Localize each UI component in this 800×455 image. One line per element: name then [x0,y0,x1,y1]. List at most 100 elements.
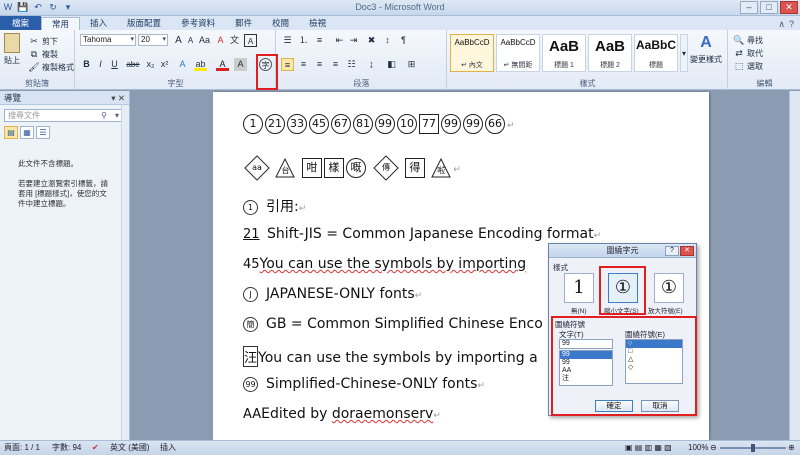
close-button[interactable]: ✕ [780,1,798,14]
highlight-icon[interactable]: ab [194,58,207,71]
show-marks-icon[interactable]: ¶ [397,34,410,47]
character-border-icon[interactable]: A [244,34,257,47]
style-heading-2[interactable]: AaB 標題 2 [588,34,632,72]
word-count[interactable]: 字數: 94 [52,441,81,455]
enclosed-char: 67 [331,114,351,134]
ribbon-collapse-icon[interactable]: ∧ [778,19,785,30]
style-no-spacing[interactable]: AaBbCcD ↵ 無間距 [496,34,540,72]
bullets-icon[interactable]: ☰ [281,34,294,47]
text-effects-icon[interactable]: A [176,58,189,71]
results-view-icon[interactable]: ☰ [36,126,50,139]
clipboard-group: 貼上 ✂ 剪下 ⧉ 複製 🖌 複製格式 剪貼簿 [0,30,75,90]
document-scrollbar[interactable] [789,91,800,440]
maximize-button[interactable]: □ [760,1,778,14]
minimize-button[interactable]: – [740,1,758,14]
select-button[interactable]: ⬚ 選取 [733,60,763,72]
replace-icon: ⇄ [735,48,743,58]
zoom-in-icon[interactable]: ⊕ [788,441,795,455]
language-indicator[interactable]: 英文 (美國) [110,441,150,455]
strikethrough-button[interactable]: abe [124,58,142,71]
doc-line-10: AAEdited by doraemonserv↵ [243,406,441,422]
line-spacing-icon[interactable]: ↨ [365,58,378,71]
styles-scroll-button[interactable]: ▾ [680,34,688,72]
doc-line-2: aa 台 咁樣嘅 傳 得 啦 ↵ [243,155,461,181]
enclosed-char-square: 咁 [301,158,322,178]
tab-view[interactable]: 檢視 [299,17,336,30]
zoom-out-icon[interactable]: ⊖ [710,441,717,455]
shading-icon[interactable]: ◧ [385,58,398,71]
styles-group: AaBbCcD ↵ 內文 AaBbCcD ↵ 無間距 AaB 標題 1 AaB 標題 2… [448,30,728,90]
font-size-combo[interactable]: 20 ▾ [138,34,168,46]
copy-button[interactable]: ⧉ 複製 [28,48,58,60]
align-center-icon[interactable]: ≡ [297,58,310,71]
enclosed-char-square: 得 [404,158,425,178]
dialog-close-button[interactable]: ✕ [680,246,694,256]
distributed-icon[interactable]: ☷ [345,58,358,71]
character-shading-icon[interactable]: A [234,58,247,71]
change-case-button[interactable]: Aa [198,34,211,47]
doc-line-6: J JAPANESE-ONLY fonts↵ [243,286,422,302]
zoom-slider-handle[interactable] [751,444,755,452]
scissors-icon: ✂ [30,36,38,46]
style-heading-1[interactable]: AaB 標題 1 [542,34,586,72]
increase-indent-icon[interactable]: ⇥ [347,34,360,47]
font-color-icon[interactable]: A [216,58,229,71]
insert-mode[interactable]: 插入 [160,441,176,455]
change-styles-button[interactable]: A 變更樣式 [690,34,722,65]
chevron-down-icon[interactable]: ▾ [115,110,119,121]
align-right-icon[interactable]: ≡ [313,58,326,71]
zoom-level[interactable]: 100% [688,441,708,455]
borders-icon[interactable]: ⊞ [405,58,418,71]
enclosed-char-square: 77 [419,114,439,134]
tab-review[interactable]: 校閱 [262,17,299,30]
italic-button[interactable]: I [94,58,107,71]
nav-close-icon[interactable]: ▾ ✕ [111,91,125,105]
phonetic-guide-icon[interactable]: 文 [228,34,241,47]
page-count[interactable]: 頁面: 1 / 1 [4,441,40,455]
dialog-help-button[interactable]: ? [665,246,679,256]
sort-icon[interactable]: ↕ [381,34,394,47]
doc-line-8: 汪You can use the symbols by importing a [243,346,538,367]
style-title[interactable]: AaBbC 標題 [634,34,678,72]
align-left-icon[interactable]: ≡ [281,58,294,71]
headings-view-icon[interactable]: ▤ [4,126,18,139]
decrease-indent-icon[interactable]: ⇤ [333,34,346,47]
nav-view-tabs: ▤ ▦ ☰ [4,126,50,139]
superscript-button[interactable]: x² [158,58,171,71]
numbering-icon[interactable]: ⒈ [297,34,310,47]
tab-home[interactable]: 常用 [41,17,81,30]
help-icon[interactable]: ? [789,19,794,30]
style-none-button[interactable]: 1 [564,273,594,303]
tab-file[interactable]: 檔案 [0,16,42,30]
asian-layout-icon[interactable]: ✖ [365,34,378,47]
underline-button[interactable]: U [108,58,121,71]
multilevel-list-icon[interactable]: ≡ [313,34,326,47]
cut-button[interactable]: ✂ 剪下 [28,35,58,47]
paste-button[interactable]: 貼上 [4,33,20,66]
format-painter-button[interactable]: 🖌 複製格式 [28,61,74,73]
highlight-box-enclosure [551,316,697,416]
justify-icon[interactable]: ≡ [329,58,342,71]
styles-group-label: 樣式 [579,79,596,88]
nav-scrollbar[interactable] [121,105,129,440]
nav-header: 導覽 ▾ ✕ [0,91,129,105]
subscript-button[interactable]: x₂ [144,58,157,71]
enclosed-char: 45 [309,114,329,134]
tab-page-layout[interactable]: 版面配置 [117,17,171,30]
style-enlarge-symbol-button[interactable]: ① [654,273,684,303]
view-buttons[interactable]: ▣ ▤ ▥ ▦ ▧ [625,441,672,455]
pages-view-icon[interactable]: ▦ [20,126,34,139]
nav-search-input[interactable]: 搜尋文件 ⚲ ▾ [4,109,122,122]
style-normal[interactable]: AaBbCcD ↵ 內文 [450,34,494,72]
tab-insert[interactable]: 插入 [80,17,117,30]
font-name-combo[interactable]: Tahoma ▾ [80,34,136,46]
tab-mailings[interactable]: 郵件 [225,17,262,30]
clear-format-button[interactable]: A [214,34,227,47]
proofing-icon[interactable]: ✔ [92,441,99,455]
shrink-font-button[interactable]: A [184,34,197,47]
tab-references[interactable]: 參考資料 [171,17,225,30]
replace-button[interactable]: ⇄ 取代 [733,47,763,59]
find-button[interactable]: 🔍 尋找 [733,34,763,46]
bold-button[interactable]: B [80,58,93,71]
search-icon[interactable]: ⚲ [101,110,107,121]
